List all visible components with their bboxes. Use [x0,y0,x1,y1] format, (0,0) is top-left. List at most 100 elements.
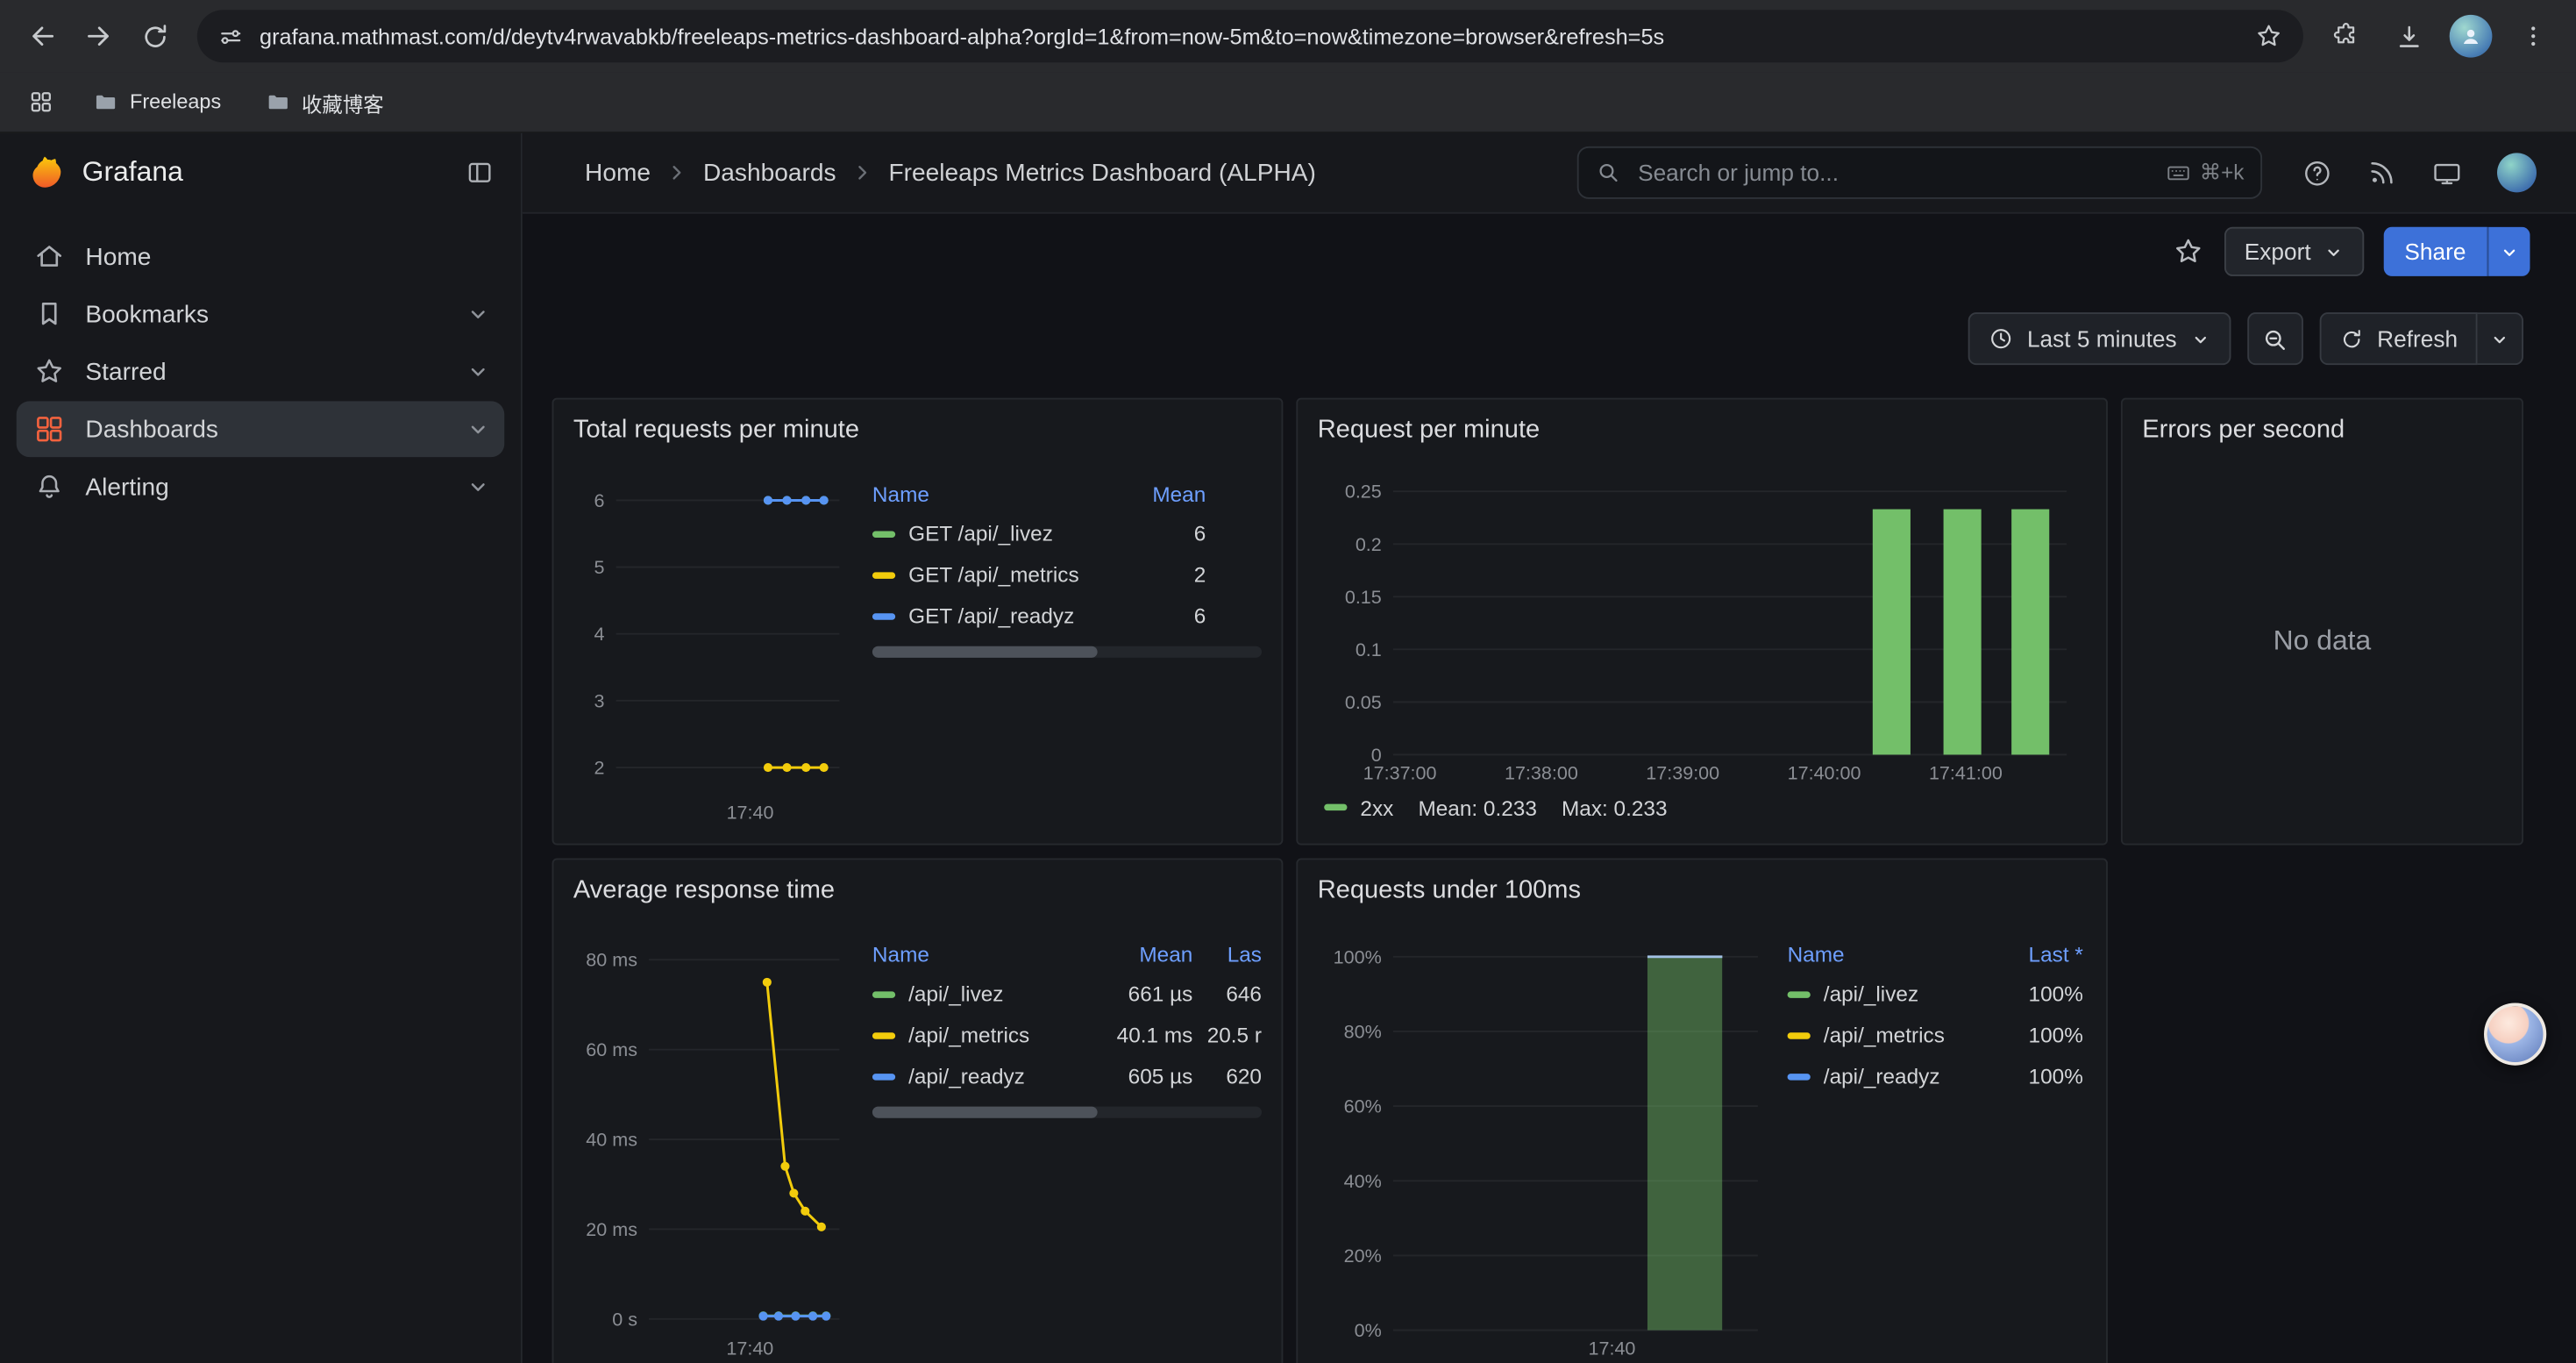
header-icons [2302,153,2537,192]
chevron-down-icon [2489,328,2510,349]
url-bar[interactable]: grafana.mathmast.com/d/deytv4rwavabkb/fr… [197,10,2303,62]
legend-col-name[interactable]: Name [1788,941,1995,966]
bookmark-item-blogs[interactable]: 收藏博客 [251,82,397,123]
panel-errors-per-second: Errors per second No data [2121,398,2523,846]
svg-text:0 s: 0 s [612,1308,637,1330]
help-icon[interactable] [2302,157,2333,189]
requests-under-100ms-chart[interactable]: 100%80%60%40%20%0%17:40 [1318,914,1771,1363]
sidebar-item-label: Home [85,243,491,271]
url-text[interactable]: grafana.mathmast.com/d/deytv4rwavabkb/fr… [260,24,2239,48]
breadcrumb-current: Freeleaps Metrics Dashboard (ALPHA) [888,159,1315,187]
user-avatar[interactable] [2497,153,2537,192]
time-range-label: Last 5 minutes [2027,325,2177,352]
zoom-out-button[interactable] [2247,312,2303,365]
chevron-down-icon[interactable] [465,416,491,442]
share-menu-button[interactable] [2487,227,2530,276]
export-button[interactable]: Export [2224,227,2363,276]
total-requests-chart[interactable]: 6543217:40 [573,453,856,827]
legend-row[interactable]: GET /api/_readyz 6 [872,596,1262,637]
apps-grid-button[interactable] [19,81,62,124]
apps-grid-icon [28,89,54,115]
svg-text:0.1: 0.1 [1356,639,1382,660]
panel-title[interactable]: Total requests per minute [573,416,1262,446]
panel-title[interactable]: Request per minute [1318,416,2087,446]
legend-row[interactable]: GET /api/_metrics 2 [872,554,1262,596]
panel-title[interactable]: Average response time [573,876,1262,906]
panel-title[interactable]: Errors per second [2142,416,2501,446]
series-swatch [872,531,895,537]
dashboards-grid-icon [32,413,65,446]
page-header: Home Dashboards Freeleaps Metrics Dashbo… [523,133,2576,214]
svg-text:6: 6 [594,489,605,511]
sidebar-item-alerting[interactable]: Alerting [17,459,504,515]
site-settings-icon[interactable] [217,22,245,50]
sidebar-item-dashboards[interactable]: Dashboards [17,401,504,457]
profile-button[interactable] [2444,10,2497,62]
refresh-interval-button[interactable] [2478,312,2523,365]
panel-title[interactable]: Requests under 100ms [1318,876,2087,906]
sidebar-item-starred[interactable]: Starred [17,344,504,400]
monitor-icon[interactable] [2431,157,2463,189]
legend-scrollbar[interactable] [872,646,1262,658]
svg-text:17:40: 17:40 [1589,1338,1636,1359]
chrome-menu-button[interactable] [2507,10,2559,62]
svg-text:3: 3 [594,689,605,711]
chevron-down-icon[interactable] [465,301,491,327]
refresh-button[interactable]: Refresh [2320,312,2478,365]
search-input[interactable] [1634,158,2152,188]
svg-text:0.2: 0.2 [1356,533,1382,555]
assistant-avatar-widget[interactable] [2484,1003,2546,1066]
bookmark-star-icon[interactable] [2254,21,2284,51]
svg-text:20 ms: 20 ms [586,1218,637,1240]
profile-avatar [2450,15,2493,58]
legend-row[interactable]: /api/_metrics 100% [1788,1015,2087,1056]
forward-icon [82,19,115,52]
request-per-minute-chart[interactable]: 0.250.20.150.10.05017:37:0017:38:0017:39… [1318,453,2087,788]
chevron-down-icon[interactable] [465,474,491,500]
svg-text:17:41:00: 17:41:00 [1929,762,2003,784]
legend-row[interactable]: /api/_livez 100% [1788,974,2087,1015]
favorite-star-icon[interactable] [2172,235,2204,268]
legend-col-last[interactable]: Last * [1995,941,2083,966]
grafana-sidebar: Grafana Home Bookmarks Starred [0,133,523,1363]
legend-col-mean[interactable]: Mean [1094,941,1192,966]
legend-col-name[interactable]: Name [872,481,1121,505]
breadcrumb-home[interactable]: Home [585,159,651,187]
extensions-button[interactable] [2320,10,2373,62]
average-response-time-chart[interactable]: 80 ms60 ms40 ms20 ms0 s17:40 [573,914,856,1363]
folder-icon [264,89,290,115]
svg-text:60 ms: 60 ms [586,1038,637,1060]
chevron-down-icon [2323,241,2344,262]
legend-row[interactable]: /api/_livez 661 µs 646 [872,974,1262,1015]
legend-row[interactable]: /api/_readyz 100% [1788,1055,2087,1096]
search-box[interactable]: ⌘+k [1577,146,2262,199]
legend-line[interactable]: 2xx Mean: 0.233 Max: 0.233 [1318,788,2087,827]
legend-col-mean[interactable]: Mean [1121,481,1206,505]
downloads-button[interactable] [2382,10,2435,62]
legend-row[interactable]: /api/_metrics 40.1 ms 20.5 r [872,1015,1262,1056]
legend-scrollbar[interactable] [872,1107,1262,1118]
share-button[interactable]: Share [2383,227,2487,276]
back-button[interactable] [17,10,69,62]
chrome-actions [2320,10,2560,62]
breadcrumb-dashboards[interactable]: Dashboards [703,159,836,187]
reload-button[interactable] [128,10,181,62]
sidebar-item-bookmarks[interactable]: Bookmarks [17,286,504,342]
time-range-picker[interactable]: Last 5 minutes [1968,312,2231,365]
collapse-sidebar-icon[interactable] [465,158,495,188]
news-rss-icon[interactable] [2367,158,2397,188]
grafana-logo[interactable] [26,153,66,192]
series-swatch [1788,1073,1811,1079]
sidebar-item-home[interactable]: Home [17,229,504,285]
series-swatch [872,990,895,996]
legend-row[interactable]: /api/_readyz 605 µs 620 [872,1055,1262,1096]
series-max: Max: 0.233 [1562,795,1668,819]
bookmark-item-freeleaps[interactable]: Freeleaps [79,84,234,120]
legend-col-last[interactable]: Las [1192,941,1262,966]
breadcrumb-separator-icon [665,161,688,184]
screen: grafana.mathmast.com/d/deytv4rwavabkb/fr… [0,0,2576,1363]
legend-row[interactable]: GET /api/_livez 6 [872,513,1262,554]
legend-col-name[interactable]: Name [872,941,1094,966]
forward-button[interactable] [72,10,125,62]
chevron-down-icon[interactable] [465,359,491,385]
